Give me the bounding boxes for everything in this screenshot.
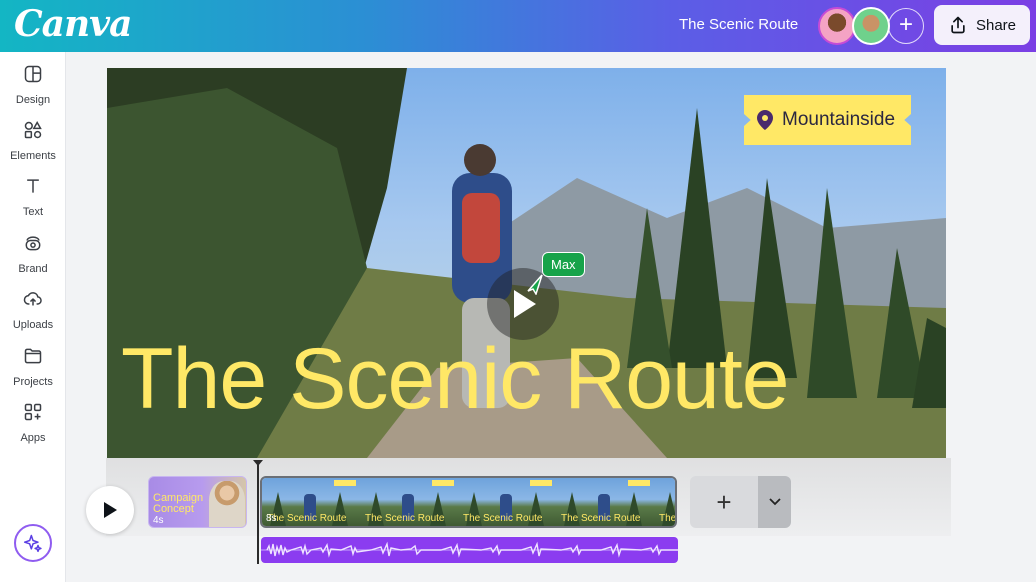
sidebar-item-text[interactable]: Text bbox=[0, 176, 66, 226]
sidebar: Design Elements Text Brand Uploads Proje… bbox=[0, 52, 66, 582]
frame-caption: The Scenic Route bbox=[561, 513, 641, 524]
share-icon bbox=[951, 16, 965, 34]
frame-caption: The Scenic Route bbox=[463, 513, 543, 524]
clip-duration: 8s bbox=[266, 513, 277, 524]
audio-track[interactable] bbox=[261, 537, 678, 563]
clip-frame: The Scenic Route bbox=[262, 478, 360, 526]
document-title[interactable]: The Scenic Route bbox=[679, 16, 798, 33]
sidebar-item-label: Elements bbox=[10, 150, 56, 162]
sidebar-item-apps[interactable]: Apps bbox=[0, 402, 66, 452]
play-icon bbox=[104, 502, 117, 518]
frame-caption: The Scenic Route bbox=[365, 513, 445, 524]
share-button[interactable]: Share bbox=[934, 5, 1030, 45]
collaborator-avatar[interactable] bbox=[818, 7, 856, 45]
layout-icon bbox=[24, 65, 42, 83]
sidebar-item-label: Uploads bbox=[12, 319, 54, 331]
chevron-down-icon bbox=[768, 498, 781, 506]
clip-frame: The Scenic Route bbox=[654, 478, 677, 526]
add-collaborator-button[interactable]: + bbox=[888, 8, 924, 44]
share-label: Share bbox=[975, 16, 1017, 34]
clip-frame: The Scenic Route bbox=[556, 478, 654, 526]
sidebar-item-label: Apps bbox=[20, 432, 46, 444]
top-bar: Canva The Scenic Route + Share bbox=[0, 0, 1036, 52]
sidebar-item-label: Design bbox=[15, 94, 51, 106]
timeline-clip[interactable]: Campaign Concept 4s bbox=[148, 476, 247, 528]
timeline-clip-selected[interactable]: 8s The Scenic Route The Scenic Route The… bbox=[260, 476, 677, 528]
shapes-icon bbox=[24, 120, 42, 139]
canva-logo[interactable]: Canva bbox=[14, 3, 132, 45]
sidebar-item-design[interactable]: Design bbox=[0, 64, 66, 114]
frame-caption: The Scenic Route bbox=[659, 513, 677, 524]
add-clip-button[interactable]: + bbox=[690, 476, 758, 528]
apps-icon bbox=[24, 403, 42, 421]
magic-assistant-button[interactable] bbox=[14, 524, 52, 562]
expand-timeline-button[interactable] bbox=[758, 476, 791, 528]
canvas-title-text[interactable]: The Scenic Route bbox=[121, 330, 790, 429]
sidebar-item-brand[interactable]: Brand bbox=[0, 233, 66, 283]
clip-thumbnail bbox=[209, 481, 245, 527]
audio-waveform bbox=[261, 541, 678, 558]
folder-icon bbox=[24, 348, 42, 364]
sidebar-item-label: Text bbox=[22, 206, 44, 218]
map-pin-icon bbox=[757, 110, 773, 130]
clip-frame: The Scenic Route bbox=[360, 478, 458, 526]
location-tag[interactable]: Mountainside bbox=[744, 95, 911, 145]
playhead[interactable] bbox=[257, 462, 259, 564]
collaborator-cursor-label: Max bbox=[542, 252, 585, 277]
clip-duration: 4s bbox=[153, 515, 164, 526]
sidebar-item-uploads[interactable]: Uploads bbox=[0, 289, 66, 339]
upload-cloud-icon bbox=[23, 292, 42, 306]
sparkle-icon bbox=[23, 534, 42, 553]
sidebar-item-label: Brand bbox=[18, 263, 48, 275]
brand-icon bbox=[25, 236, 41, 251]
timeline: Campaign Concept 4s 8s The Scenic Route … bbox=[66, 458, 1036, 582]
timeline-play-button[interactable] bbox=[86, 486, 134, 534]
sidebar-item-projects[interactable]: Projects bbox=[0, 346, 66, 396]
design-canvas[interactable]: Mountainside Max The Scenic Route bbox=[107, 68, 946, 458]
frame-caption: The Scenic Route bbox=[267, 513, 347, 524]
cursor-arrow-icon bbox=[527, 274, 543, 295]
sidebar-item-elements[interactable]: Elements bbox=[0, 120, 66, 170]
collaborator-avatar[interactable] bbox=[852, 7, 890, 45]
clip-frame: The Scenic Route bbox=[458, 478, 556, 526]
location-tag-label: Mountainside bbox=[782, 109, 896, 130]
clip-title: Campaign Concept bbox=[153, 492, 204, 515]
text-icon bbox=[27, 179, 39, 193]
sidebar-item-label: Projects bbox=[13, 376, 53, 388]
